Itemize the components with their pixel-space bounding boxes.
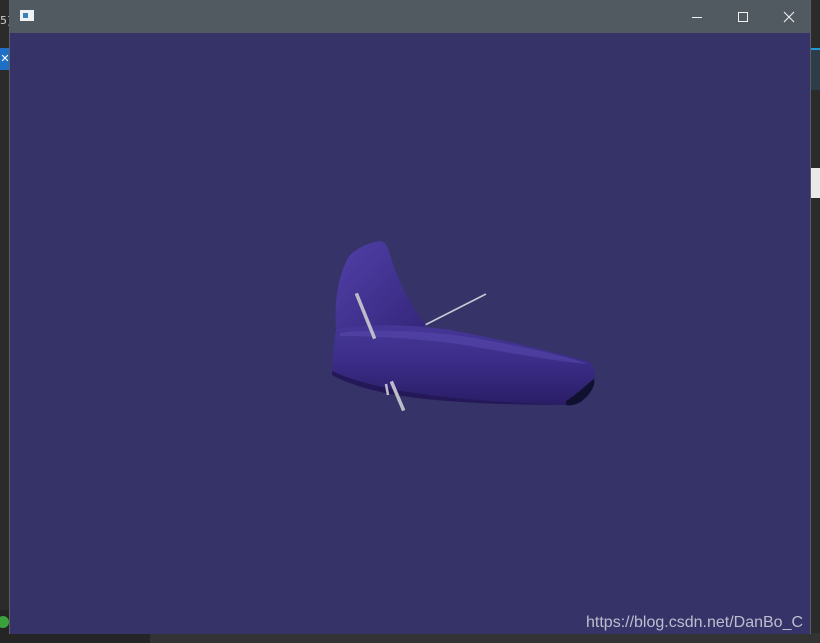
maximize-button[interactable] (720, 0, 766, 33)
minimize-icon (692, 16, 702, 18)
close-button[interactable] (766, 0, 812, 33)
background-right-field (810, 168, 820, 198)
title-bar[interactable] (10, 0, 810, 33)
app-icon (20, 10, 34, 21)
flying-wing-model (332, 241, 595, 412)
opengl-viewport[interactable] (10, 33, 810, 634)
background-editor-right (810, 0, 820, 643)
scene-canvas (332, 241, 595, 412)
minimize-button[interactable] (674, 0, 720, 33)
background-taskbar-segment (150, 633, 820, 643)
maximize-icon (738, 11, 748, 22)
close-icon (783, 11, 795, 22)
axis-line-right (424, 293, 487, 326)
render-window (9, 0, 811, 634)
wing-fin (335, 241, 426, 335)
watermark-text: https://blog.csdn.net/DanBo_C (586, 614, 804, 631)
background-right-tab (810, 48, 820, 90)
